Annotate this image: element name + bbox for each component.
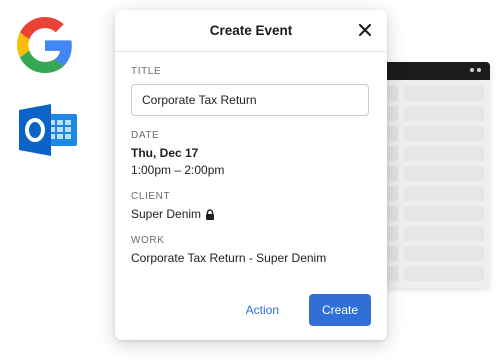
date-time: 1:00pm – 2:00pm [131,163,225,177]
client-label: CLIENT [131,191,171,202]
create-button[interactable]: Create [309,294,371,326]
date-day: Thu, Dec 17 [131,146,199,160]
client-value-row: Super Denim [131,207,371,221]
title-field: TITLE [131,66,371,116]
work-value: Corporate Tax Return - Super Denim [131,251,327,265]
create-event-modal: Create Event TITLE DATE Thu, Dec 17 1:00… [115,10,387,340]
calendar-toolbar [372,62,490,80]
google-icon [17,17,72,73]
work-label: WORK [131,235,165,246]
close-icon [359,24,371,36]
modal-header: Create Event [115,10,387,52]
action-button[interactable]: Action [232,294,293,326]
toolbar-icons [470,67,484,74]
close-button[interactable] [357,22,373,38]
calendar-grid [372,80,490,287]
date-label: DATE [131,130,160,141]
work-field: WORK Corporate Tax Return - Super Denim [131,235,371,265]
client-value: Super Denim [131,207,202,221]
lock-icon [206,208,215,220]
outlook-icon [19,104,77,156]
modal-body: TITLE DATE Thu, Dec 17 1:00pm – 2:00pm C… [115,52,387,265]
title-input[interactable] [131,84,369,116]
modal-title: Create Event [209,23,293,38]
date-field: DATE Thu, Dec 17 1:00pm – 2:00pm [131,130,371,177]
title-label: TITLE [131,66,162,77]
background-calendar-window [372,62,490,288]
modal-footer: Action Create [115,294,387,326]
client-field: CLIENT Super Denim [131,191,371,221]
